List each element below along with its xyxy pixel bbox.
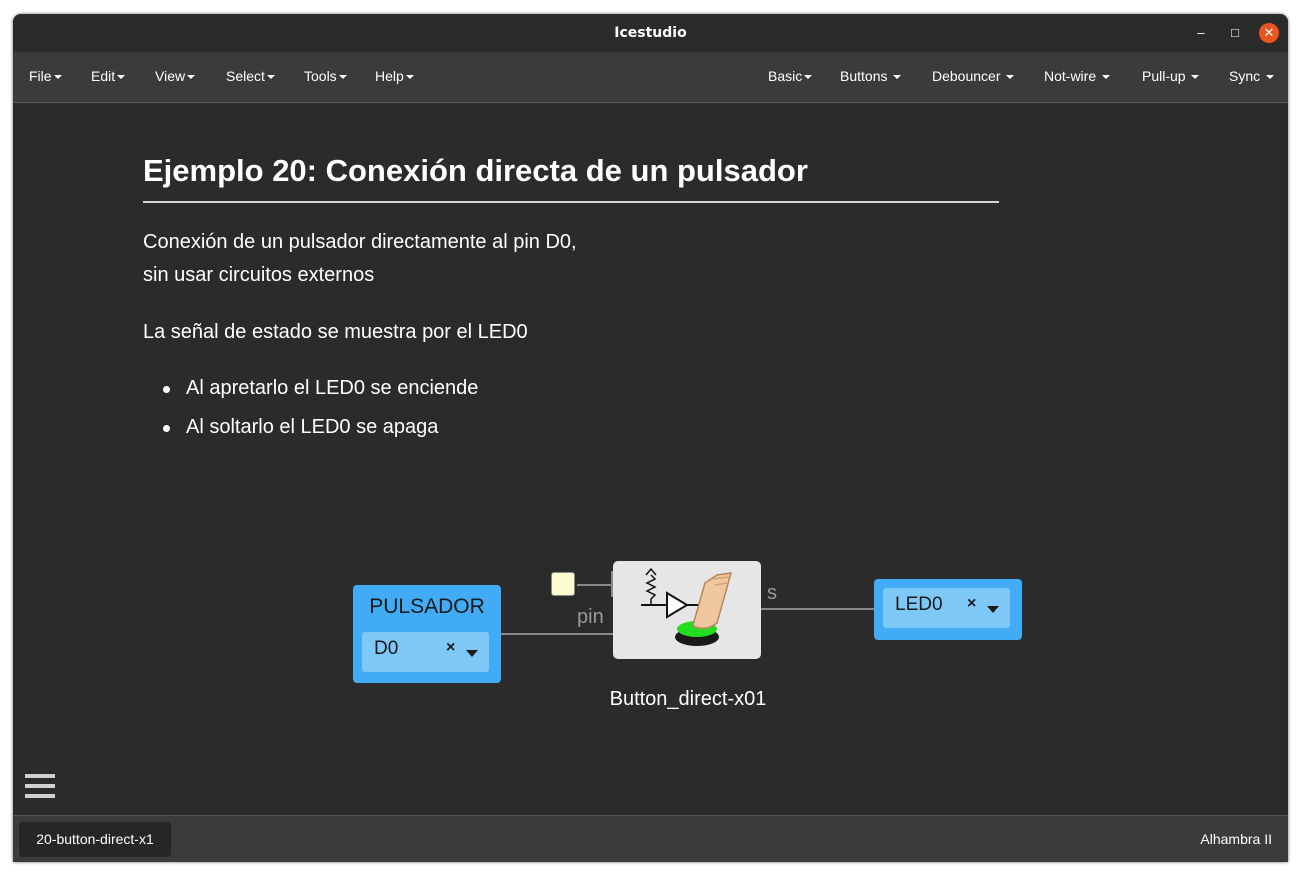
chevron-down-icon: [804, 75, 813, 80]
menu-basic[interactable]: Basic: [768, 68, 813, 84]
menu-not-wire-label: Not-wire: [1044, 68, 1097, 84]
dropdown-arrow-icon[interactable]: [466, 650, 478, 657]
chevron-down-icon: [893, 75, 902, 80]
status-bar: 20-button-direct-x1 Alhambra II: [13, 815, 1288, 862]
menu-select[interactable]: Select: [226, 68, 275, 84]
menu-sync-label: Sync: [1229, 68, 1261, 84]
menu-help[interactable]: Help: [375, 68, 414, 84]
port-label-s: s: [767, 582, 777, 604]
chevron-down-icon: [187, 75, 196, 80]
menu-debouncer[interactable]: Debouncer: [932, 68, 1015, 84]
pin-select-led0[interactable]: LED0 ×: [883, 588, 1010, 628]
info-bullet-list: Al apretarlo el LED0 se enciende Al solt…: [163, 377, 478, 455]
menu-debouncer-label: Debouncer: [932, 68, 1001, 84]
chevron-down-icon: [1006, 75, 1015, 80]
menu-bar: File Edit View Select Tools Help Basic B…: [13, 52, 1288, 103]
list-item-text: Al soltarlo el LED0 se apaga: [186, 416, 439, 438]
menu-tools-label: Tools: [304, 68, 337, 84]
module-name-label: Button_direct-x01: [609, 688, 767, 710]
icestudio-window: Icestudio – □ ✕ File Edit View Select To…: [13, 14, 1288, 862]
menu-pull-up[interactable]: Pull-up: [1142, 68, 1200, 84]
list-item: Al apretarlo el LED0 se enciende: [163, 377, 478, 416]
chevron-down-icon: [1191, 75, 1200, 80]
input-block-title: PULSADOR: [369, 595, 485, 618]
menu-view[interactable]: View: [155, 68, 196, 84]
menu-basic-label: Basic: [768, 68, 803, 84]
menu-tools[interactable]: Tools: [304, 68, 347, 84]
input-block-pulsador[interactable]: PULSADOR D0 ×: [353, 585, 501, 683]
list-item: Al soltarlo el LED0 se apaga: [163, 416, 478, 455]
chevron-down-icon: [266, 75, 275, 80]
info-text-line: sin usar circuitos externos: [143, 264, 375, 286]
close-button[interactable]: ✕: [1259, 23, 1279, 43]
module-button-direct[interactable]: [613, 561, 761, 659]
chevron-down-icon: [338, 75, 347, 80]
chevron-down-icon: [405, 75, 414, 80]
chevron-down-icon: [117, 75, 126, 80]
menu-buttons-label: Buttons: [840, 68, 888, 84]
info-title: Ejemplo 20: Conexión directa de un pulsa…: [143, 153, 808, 188]
menu-file-label: File: [29, 68, 52, 84]
title-divider: [143, 201, 999, 203]
info-text-line: Conexión de un pulsador directamente al …: [143, 231, 577, 253]
pin-select-value: D0: [374, 638, 399, 659]
wire-pin[interactable]: [501, 633, 613, 635]
chevron-down-icon: [1266, 75, 1275, 80]
menu-not-wire[interactable]: Not-wire: [1044, 68, 1111, 84]
maximize-button[interactable]: □: [1225, 23, 1245, 43]
menu-buttons[interactable]: Buttons: [840, 68, 902, 84]
menu-edit-label: Edit: [91, 68, 116, 84]
board-label[interactable]: Alhambra II: [1200, 831, 1272, 847]
remove-pin-icon[interactable]: ×: [446, 639, 455, 657]
bullet-icon: [163, 386, 170, 393]
design-canvas[interactable]: Ejemplo 20: Conexión directa de un pulsa…: [13, 103, 1288, 815]
menu-select-label: Select: [226, 68, 265, 84]
dropdown-arrow-icon[interactable]: [987, 606, 999, 613]
menu-file[interactable]: File: [29, 68, 62, 84]
constant-input-block[interactable]: [551, 572, 575, 596]
menu-view-label: View: [155, 68, 186, 84]
menu-help-label: Help: [375, 68, 404, 84]
bullet-icon: [163, 425, 170, 432]
file-tab[interactable]: 20-button-direct-x1: [19, 822, 171, 857]
list-item-text: Al apretarlo el LED0 se enciende: [186, 377, 479, 399]
output-block-led0[interactable]: LED0 ×: [874, 579, 1022, 640]
pin-select-d0[interactable]: D0 ×: [362, 632, 489, 672]
info-text-line: La señal de estado se muestra por el LED…: [143, 321, 528, 343]
hamburger-menu-icon[interactable]: [25, 774, 55, 802]
button-module-icon: [641, 567, 733, 646]
menu-pull-up-label: Pull-up: [1142, 68, 1186, 84]
menu-sync[interactable]: Sync: [1229, 68, 1275, 84]
minimize-button[interactable]: –: [1191, 23, 1211, 43]
wire-s[interactable]: [761, 608, 875, 610]
chevron-down-icon: [1102, 75, 1111, 80]
remove-pin-icon[interactable]: ×: [967, 595, 976, 613]
title-bar: Icestudio – □ ✕: [13, 14, 1288, 52]
wire-constant[interactable]: [577, 584, 613, 586]
port-label-pin: pin: [577, 606, 604, 628]
menu-edit[interactable]: Edit: [91, 68, 126, 84]
window-title: Icestudio: [614, 25, 687, 41]
chevron-down-icon: [53, 75, 62, 80]
pin-select-value: LED0: [895, 594, 943, 615]
